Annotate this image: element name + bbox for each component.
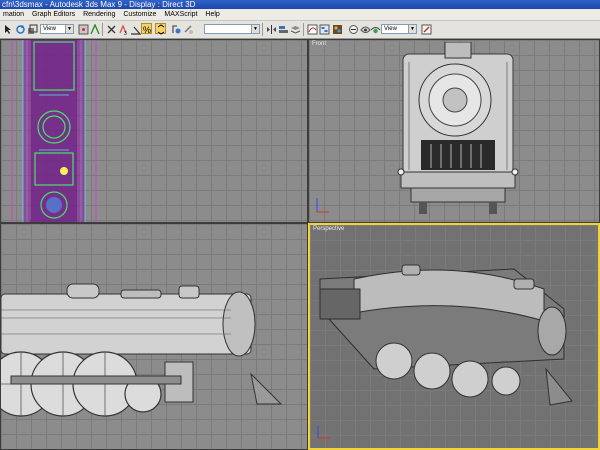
material-editor-icon[interactable] [331,23,342,34]
render-view-value: View [384,26,397,32]
angle-snap-icon[interactable] [129,23,141,35]
edit-named-selection-icon[interactable] [170,23,181,34]
reference-coordinate-dropdown[interactable]: View ▼ [40,24,74,34]
window-title: cfn\3dsmax - Autodesk 3ds Max 9 - Displa… [2,0,196,9]
curve-editor-icon[interactable] [306,23,318,35]
locomotive-perspective-view [319,264,573,406]
viewport-left[interactable] [0,223,308,450]
axis-tripod-icon [316,198,329,213]
locomotive-front-view [397,42,519,214]
title-bar: cfn\3dsmax - Autodesk 3ds Max 9 - Displa… [0,0,600,9]
viewport-top[interactable] [0,39,308,223]
select-object-icon[interactable] [2,23,13,34]
menu-rendering[interactable]: Rendering [80,9,118,20]
svg-text:%: % [143,25,151,35]
percent-snap-icon[interactable]: % [141,23,152,35]
axis-tripod-icon [317,426,330,439]
pivot-center-icon[interactable] [77,23,89,35]
select-manipulate-icon[interactable] [89,23,100,35]
render-setup-icon[interactable] [347,23,358,34]
chevron-down-icon: ▼ [251,25,259,33]
svg-text:3: 3 [124,31,127,35]
locomotive-wireframe-top [11,40,97,222]
menu-bar: mation Graph Editors Rendering Customize… [0,9,600,21]
layer-manager-icon[interactable] [289,23,301,34]
align-icon[interactable] [277,23,288,34]
viewport-label: Perspective [313,226,345,232]
scale-icon[interactable] [26,23,38,34]
menu-graph-editors[interactable]: Graph Editors [29,9,78,20]
menu-animation[interactable]: mation [0,9,27,20]
main-toolbar: View ▼ 3 % ▼ View ▼ [0,21,600,39]
menu-help[interactable]: Help [202,9,222,20]
locomotive-side-view [1,283,283,417]
rotate-icon[interactable] [14,23,25,34]
keyboard-shortcut-icon[interactable] [105,23,116,34]
mirror-icon[interactable] [265,23,276,34]
named-selection-dropdown[interactable]: ▼ [204,24,260,34]
schematic-view-icon[interactable] [318,23,330,35]
viewport-perspective[interactable]: Perspective [308,223,600,450]
snap-icon[interactable]: 3 [117,23,128,35]
render-view-dropdown[interactable]: View ▼ [381,24,417,34]
named-selection-sets-icon[interactable] [182,23,193,34]
spinner-snap-icon[interactable] [155,23,166,35]
viewport-label: Front [312,41,327,47]
quick-render-icon[interactable] [369,23,381,34]
menu-customize[interactable]: Customize [120,9,159,20]
reference-coordinate-value: View [43,26,56,32]
chevron-down-icon: ▼ [65,25,73,33]
render-production-icon[interactable] [420,23,432,35]
viewport-front[interactable]: Front [308,39,600,223]
viewport-area: Front Perspective [0,39,600,450]
chevron-down-icon: ▼ [408,25,416,33]
menu-maxscript[interactable]: MAXScript [161,9,200,20]
